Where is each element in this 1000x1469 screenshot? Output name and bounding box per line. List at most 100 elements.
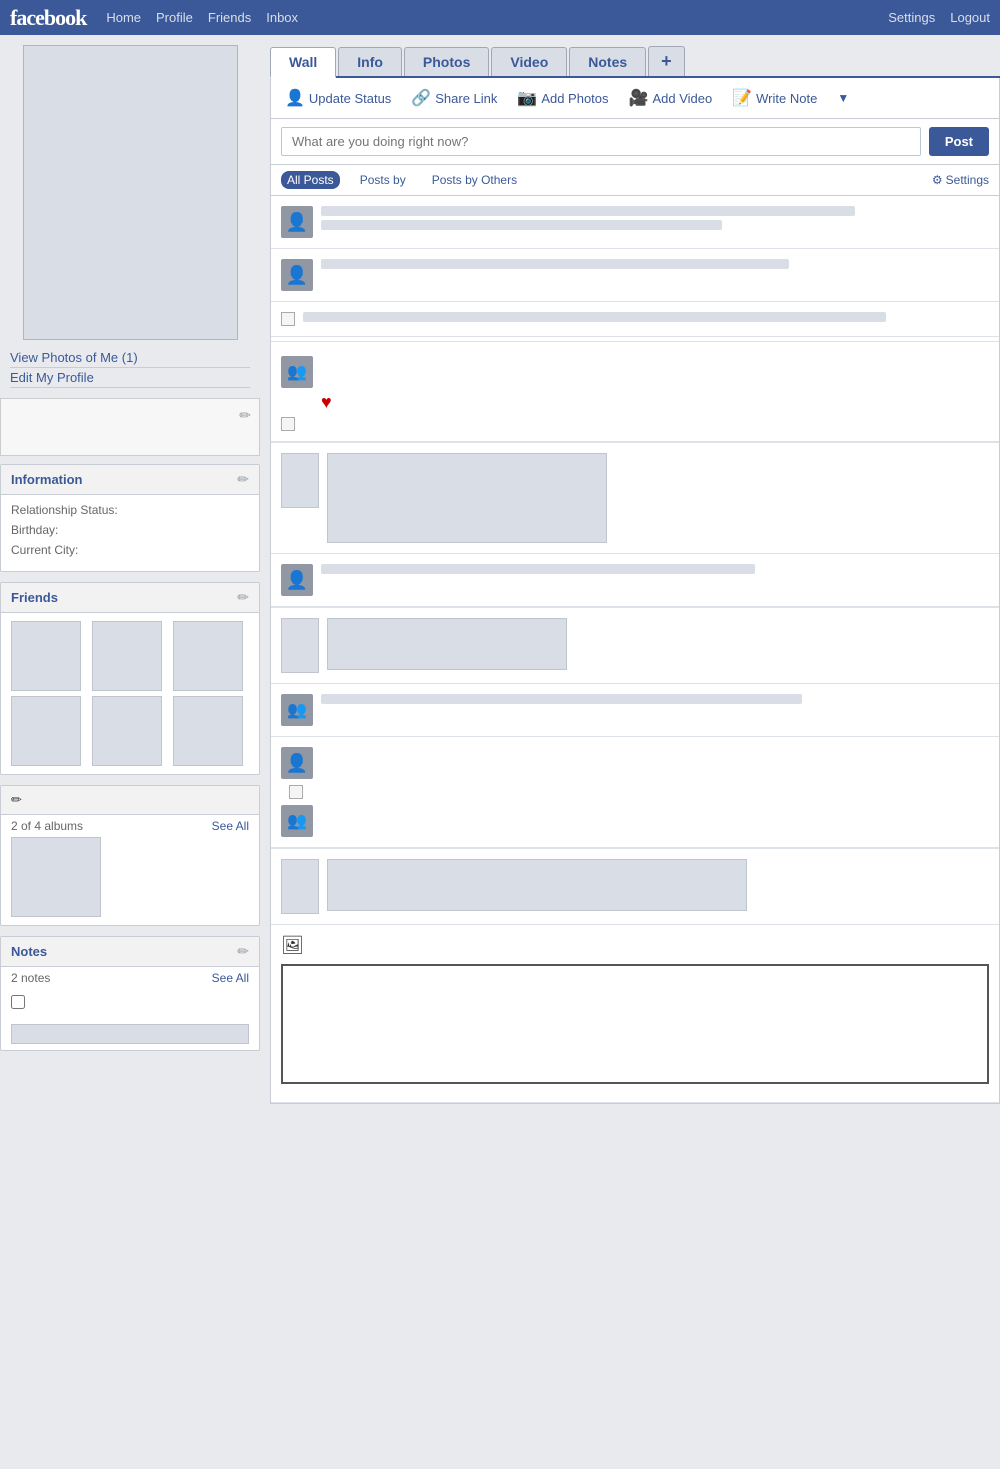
post-avatar-9b: 👥 <box>281 805 313 837</box>
wall-post-media-3 <box>271 849 999 925</box>
post-line <box>303 312 886 322</box>
post-medium-thumb <box>327 618 567 670</box>
albums-count: 2 of 4 albums <box>11 819 83 833</box>
notes-title: Notes <box>11 944 47 959</box>
birthday-row: Birthday: <box>11 523 249 537</box>
post-line <box>321 564 755 574</box>
albums-section: ✏ 2 of 4 albums See All <box>0 785 260 926</box>
update-status-button[interactable]: 👤 Update Status <box>281 86 395 110</box>
friend-thumb-1[interactable] <box>11 621 81 691</box>
tab-plus[interactable]: + <box>648 46 685 76</box>
friend-thumb-2[interactable] <box>92 621 162 691</box>
status-input[interactable] <box>281 127 921 156</box>
notes-header: Notes ✏ <box>1 937 259 967</box>
right-content: Wall Info Photos Video Notes + 👤 Update … <box>270 45 1000 1104</box>
friend-thumb-4[interactable] <box>11 696 81 766</box>
relationship-row: Relationship Status: <box>11 503 249 517</box>
notes-edit-icon[interactable]: ✏ <box>237 943 249 960</box>
filter-bar: All Posts Posts by Posts by Others ⚙ Set… <box>270 165 1000 196</box>
filter-settings[interactable]: ⚙ Settings <box>932 173 989 187</box>
notes-checkbox[interactable] <box>11 995 25 1009</box>
nav-profile[interactable]: Profile <box>156 10 193 25</box>
wall-post-8: 👥 <box>271 684 999 737</box>
wall-content: 👤 👤 <box>270 196 1000 1104</box>
nav-inbox[interactable]: Inbox <box>266 10 298 25</box>
action-bar: 👤 Update Status 🔗 Share Link 📷 Add Photo… <box>270 78 1000 119</box>
filter-all-posts[interactable]: All Posts <box>281 171 340 189</box>
gear-icon: ⚙ <box>932 173 943 187</box>
add-photos-button[interactable]: 📷 Add Photos <box>513 86 612 110</box>
albums-header: ✏ <box>1 786 259 815</box>
filter-posts-by[interactable]: Posts by <box>354 171 412 189</box>
profile-photo <box>23 45 238 340</box>
view-photos-link[interactable]: View Photos of Me (1) <box>10 348 250 368</box>
note-area: 🖼 <box>271 925 999 1103</box>
post-checkbox-3 <box>289 785 303 799</box>
information-edit-icon[interactable]: ✏ <box>237 471 249 488</box>
post-body-1 <box>321 206 989 234</box>
settings-link[interactable]: Settings <box>888 10 935 25</box>
post-content-area-1 <box>327 453 607 543</box>
post-body-6 <box>321 564 989 578</box>
nav-links: Home Profile Friends Inbox <box>106 10 298 25</box>
post-thumb-small-3 <box>281 859 319 914</box>
friends-edit-icon[interactable]: ✏ <box>237 589 249 606</box>
notes-see-all[interactable]: See All <box>212 971 249 985</box>
friend-thumb-6[interactable] <box>173 696 243 766</box>
wall-post-1: 👤 <box>271 196 999 249</box>
post-avatar-2: 👤 <box>281 259 313 291</box>
information-section: Information ✏ Relationship Status: Birth… <box>0 464 260 572</box>
wall-post-9: 👤 👥 <box>271 737 999 848</box>
post-content-area-2 <box>327 618 989 673</box>
post-avatar-1: 👤 <box>281 206 313 238</box>
video-icon: 🎥 <box>629 88 649 108</box>
wall-post-4: 👥 ♥ <box>271 346 999 442</box>
user-icon: 👤 <box>285 88 305 108</box>
friends-grid <box>1 613 259 774</box>
post-avatar-6: 👤 <box>281 564 313 596</box>
tab-info[interactable]: Info <box>338 47 402 76</box>
post-thumb-small-2 <box>281 618 319 673</box>
share-link-button[interactable]: 🔗 Share Link <box>407 86 501 110</box>
friend-thumb-5[interactable] <box>92 696 162 766</box>
post-line <box>321 694 802 704</box>
action-dropdown-arrow[interactable]: ▼ <box>837 91 849 105</box>
post-line <box>321 220 722 230</box>
wall-post-2: 👤 <box>271 249 999 302</box>
notes-checkbox-area <box>1 989 259 1018</box>
nav-friends[interactable]: Friends <box>208 10 251 25</box>
notes-section: Notes ✏ 2 notes See All <box>0 936 260 1051</box>
tab-wall[interactable]: Wall <box>270 47 336 78</box>
add-video-button[interactable]: 🎥 Add Video <box>625 86 717 110</box>
left-sidebar: View Photos of Me (1) Edit My Profile ✏ … <box>0 45 260 1104</box>
nav-home[interactable]: Home <box>106 10 141 25</box>
post-content-area-3 <box>327 859 989 914</box>
edit-profile-link[interactable]: Edit My Profile <box>10 368 250 388</box>
right-nav-links: Settings Logout <box>888 10 990 25</box>
friends-header: Friends ✏ <box>1 583 259 613</box>
status-input-area: Post <box>270 119 1000 165</box>
notes-bar <box>11 1024 249 1044</box>
status-edit-icon[interactable]: ✏ <box>239 407 251 424</box>
notes-count-row: 2 notes See All <box>1 967 259 989</box>
write-note-button[interactable]: 📝 Write Note <box>728 86 821 110</box>
albums-see-all[interactable]: See All <box>212 819 249 833</box>
filter-posts-by-others[interactable]: Posts by Others <box>426 171 523 189</box>
tab-notes[interactable]: Notes <box>569 47 646 76</box>
post-avatar-8: 👥 <box>281 694 313 726</box>
tab-video[interactable]: Video <box>491 47 567 76</box>
albums-edit-icon[interactable]: ✏ <box>11 792 22 808</box>
friend-thumb-3[interactable] <box>173 621 243 691</box>
wall-post-media-1 <box>271 443 999 554</box>
post-avatar-9: 👤 <box>281 747 313 779</box>
post-button[interactable]: Post <box>929 127 989 156</box>
post-thumb-small-1 <box>281 453 319 508</box>
information-title: Information <box>11 472 83 487</box>
post-line <box>321 259 789 269</box>
album-thumb[interactable] <box>11 837 101 917</box>
photo-icon: 📷 <box>517 88 537 108</box>
profile-tabs: Wall Info Photos Video Notes + <box>270 45 1000 78</box>
logout-link[interactable]: Logout <box>950 10 990 25</box>
tab-photos[interactable]: Photos <box>404 47 489 76</box>
friends-section: Friends ✏ <box>0 582 260 775</box>
